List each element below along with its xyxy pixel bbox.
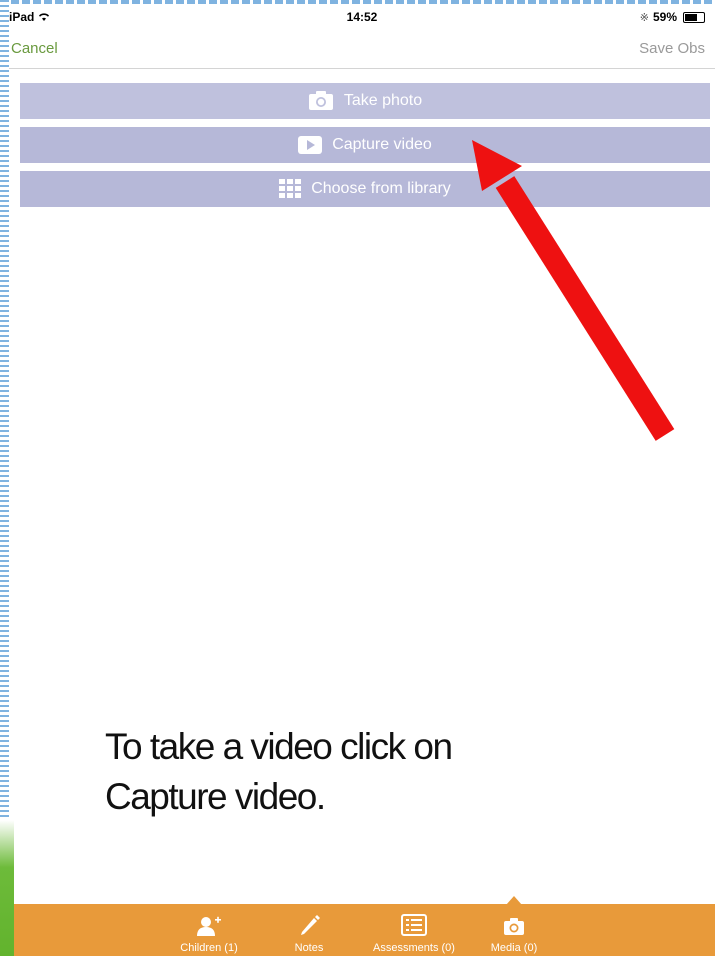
take-photo-label: Take photo	[343, 92, 423, 109]
battery-percent: 59%	[652, 10, 677, 24]
grid-icon	[279, 179, 302, 199]
tab-assessments[interactable]: Assessments (0)	[369, 904, 459, 956]
camera-icon	[308, 91, 334, 111]
camera-icon	[503, 918, 525, 941]
slide-border-top	[0, 0, 715, 4]
slide-border-left	[0, 0, 9, 956]
slide-border-accent	[0, 820, 14, 956]
capture-video-label: Capture video	[332, 136, 432, 153]
tab-children[interactable]: Children (1)	[174, 904, 244, 956]
bluetooth-icon: ※	[639, 11, 649, 24]
status-bar: iPad 14:52 ※ 59%	[9, 10, 715, 32]
tab-media-label: Media (0)	[490, 942, 538, 954]
tab-notes-label: Notes	[294, 942, 324, 954]
instruction-caption: To take a video click on Capture video.	[105, 722, 625, 822]
play-icon	[298, 136, 323, 154]
add-person-icon	[196, 916, 222, 941]
battery-icon	[683, 11, 705, 23]
tab-assessments-label: Assessments (0)	[373, 942, 455, 954]
save-obs-button[interactable]: Save Obs	[639, 40, 705, 57]
caption-line-2: Capture video.	[105, 776, 326, 817]
list-icon	[401, 914, 427, 941]
take-photo-button[interactable]: Take photo	[20, 83, 710, 119]
tab-children-label: Children (1)	[180, 942, 238, 954]
tab-bar: Children (1) Notes Assessments (0) Media…	[14, 896, 715, 956]
pencil-icon	[298, 914, 320, 941]
cancel-button[interactable]: Cancel	[11, 40, 58, 57]
tab-notes[interactable]: Notes	[284, 904, 334, 956]
choose-from-library-button[interactable]: Choose from library	[20, 171, 710, 207]
navigation-bar: Cancel Save Obs	[9, 34, 715, 69]
choose-from-library-label: Choose from library	[311, 180, 451, 197]
capture-video-button[interactable]: Capture video	[20, 127, 710, 163]
status-right: ※ 59%	[640, 10, 705, 24]
caption-line-1: To take a video click on	[105, 726, 453, 767]
tab-media[interactable]: Media (0)	[484, 904, 544, 956]
status-time: 14:52	[346, 10, 378, 24]
